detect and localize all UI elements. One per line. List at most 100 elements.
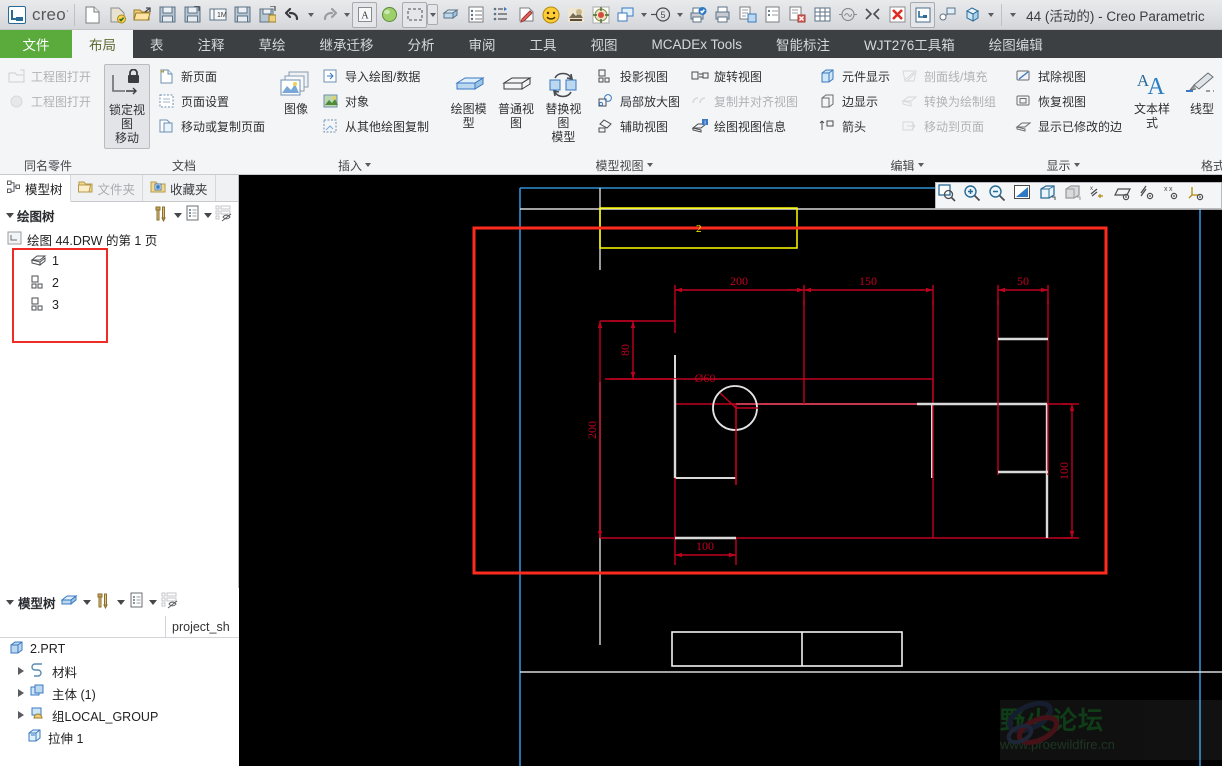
tab-mcadex-tools[interactable]: MCADEx Tools [635,30,760,58]
display-expand-icon[interactable] [1074,163,1080,167]
list-detail-icon[interactable] [463,2,488,28]
tab-view[interactable]: 视图 [574,30,635,58]
settings-tools-icon[interactable] [95,592,113,613]
undo-icon[interactable] [280,2,305,28]
copy-align-view-button[interactable]: 复制并对齐视图 [687,89,803,113]
panel-tab-favorites[interactable]: 收藏夹 [143,175,216,201]
drawing-tree-collapse-icon[interactable] [6,213,14,218]
smiley-icon[interactable] [538,2,563,28]
target-icon[interactable] [588,2,613,28]
display-dropdown-icon[interactable] [204,213,212,218]
model-tree-item-extrude[interactable]: 拉伸 1 [0,726,239,748]
copy-from-drawing-button[interactable]: 从其他绘图复制 [318,114,434,138]
move-to-sheet-button[interactable]: 移动到页面 [897,114,1001,138]
backup-icon[interactable] [255,2,280,28]
model-tree-item-part[interactable]: 2.PRT [0,638,239,660]
redo-dropdown-icon[interactable] [341,2,352,28]
relation-icon[interactable] [935,2,960,28]
object-button[interactable]: 对象 [318,89,434,113]
plane-display-icon[interactable] [1113,184,1138,208]
tab-table[interactable]: 表 [133,30,181,58]
close-x-icon[interactable] [860,2,885,28]
model-icon[interactable] [60,593,79,612]
datum-display-icon[interactable]: x [1088,184,1113,208]
tool-paint-icon[interactable] [563,2,588,28]
insert-expand-icon[interactable] [365,163,371,167]
drawing-tree-item-1[interactable]: 1 [0,250,238,272]
new-from-template-icon[interactable] [105,2,130,28]
model-tree-item-material[interactable]: 材料 [0,660,239,682]
undo-dropdown-icon[interactable] [305,2,316,28]
point-display-icon[interactable]: xx [1163,184,1188,208]
model-tree-collapse-icon[interactable] [6,600,14,605]
drawing-tree-item-2[interactable]: 2 [0,272,238,294]
lock-view-move-button[interactable]: 锁定视图 移动 [104,64,150,149]
tab-tools[interactable]: 工具 [513,30,574,58]
edit-expand-icon[interactable] [918,163,924,167]
save-copy-icon[interactable] [230,2,255,28]
shaded-style-icon[interactable] [1063,184,1088,208]
image-button[interactable]: 图像 [276,64,316,120]
import-drawing-button[interactable]: 导入绘图/数据 [318,64,434,88]
repaint-icon[interactable] [1013,184,1038,208]
display-dropdown-icon[interactable] [149,600,157,605]
revolved-view-button[interactable]: 旋转视图 [687,64,803,88]
tree-filter-icon[interactable] [161,592,178,612]
display-list-icon[interactable] [185,205,201,225]
zoom-to-fit-icon[interactable] [938,184,963,208]
page-setup-button[interactable]: 页面设置 [154,89,270,113]
tab-smart-annotation[interactable]: 智能标注 [759,30,847,58]
tab-drawing-edit[interactable]: 绘图编辑 [972,30,1060,58]
printer-icon[interactable] [710,2,735,28]
text-style-button[interactable]: AA 文本样式 [1127,64,1177,134]
new-page-button[interactable]: 新页面 [154,64,270,88]
select-box-icon[interactable] [402,2,427,28]
drawing-canvas[interactable]: 200 150 50 80 200 100 100 Ø60 2 x xx [239,175,1222,766]
new-file-icon[interactable] [80,2,105,28]
tab-sketch[interactable]: 草绘 [242,30,303,58]
save-bitmap-icon[interactable]: 1M [205,2,230,28]
tab-inherit-migrate[interactable]: 继承迁移 [303,30,391,58]
cube-icon[interactable] [960,2,985,28]
table-icon[interactable] [810,2,835,28]
window-switch-icon[interactable] [613,2,638,28]
model-tree-item-body[interactable]: 主体 (1) [0,682,239,704]
replace-view-model-button[interactable]: 替换视图 模型 [540,64,587,147]
show-modified-edges-button[interactable]: 显示已修改的边 [1011,114,1127,138]
close-red-icon[interactable] [885,2,910,28]
zoom-out-icon[interactable] [988,184,1013,208]
model-dropdown-icon[interactable] [83,600,91,605]
tab-wjt276-toolbox[interactable]: WJT276工具箱 [847,30,972,58]
tab-annotate[interactable]: 注释 [181,30,242,58]
save-icon[interactable] [155,2,180,28]
drawing-tree-item-3[interactable]: 3 [0,294,238,316]
settings-dropdown-icon[interactable] [174,213,182,218]
edge-display-button[interactable]: 边显示 [815,89,895,113]
analysis-icon[interactable] [835,2,860,28]
shaded-block-icon[interactable] [438,2,463,28]
copy-object-icon[interactable] [735,2,760,28]
arrow-button[interactable]: 箭头 [815,114,895,138]
model-view-expand-icon[interactable] [647,163,653,167]
auxiliary-view-button[interactable]: 辅助视图 [593,114,685,138]
expand-icon[interactable] [18,667,24,675]
tab-analysis[interactable]: 分析 [391,30,452,58]
expand-icon[interactable] [18,689,24,697]
drawing-tree-root[interactable]: 绘图 44.DRW 的第 1 页 [0,228,238,250]
erase-pen-icon[interactable] [513,2,538,28]
projection-view-button[interactable]: 投影视图 [593,64,685,88]
cube-dropdown-icon[interactable] [985,2,996,28]
save-as-icon[interactable] [180,2,205,28]
scale-dropdown-icon[interactable] [674,2,685,28]
display-list-icon[interactable] [129,592,145,612]
select-dropdown-icon[interactable] [427,4,438,25]
drawing-open-button-2[interactable]: 工程图打开 [4,89,96,113]
display-style-icon[interactable] [1038,184,1063,208]
zoom-in-icon[interactable] [963,184,988,208]
creo-window-icon[interactable] [910,2,935,28]
sphere-icon[interactable] [377,2,402,28]
erase-view-button[interactable]: 拭除视图 [1011,64,1127,88]
drawing-open-button-1[interactable]: 工程图打开 [4,64,96,88]
tab-review[interactable]: 审阅 [452,30,513,58]
open-file-icon[interactable] [130,2,155,28]
